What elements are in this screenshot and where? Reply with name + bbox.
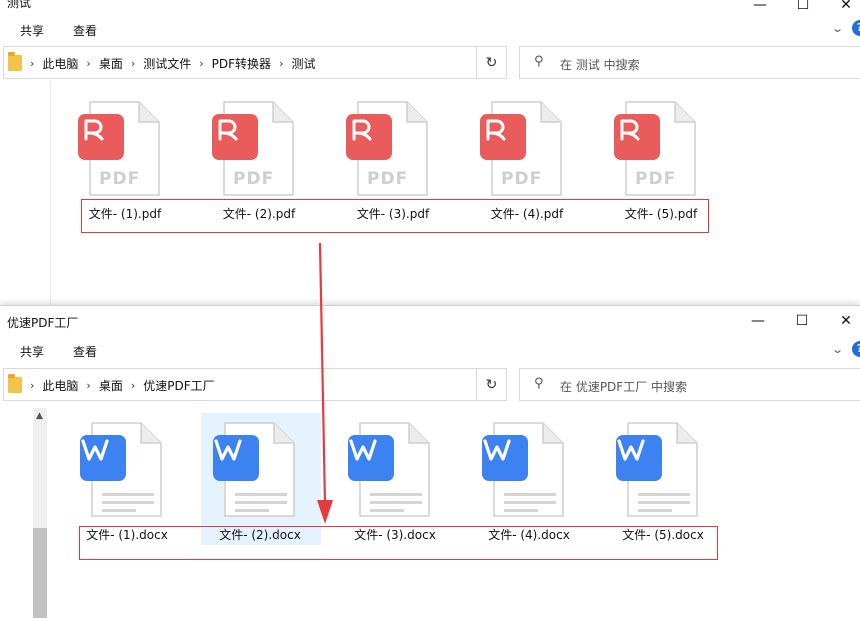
breadcrumb-item[interactable]: 优速PDF工厂 [143,377,214,394]
search-input[interactable]: ⚲ 在 优速PDF工厂 中搜索 [519,368,860,401]
title-bar: 优速PDF工厂 — ☐ ✕ [0,306,860,336]
word-file-icon [80,421,162,517]
breadcrumb-item[interactable]: 桌面 [99,55,123,72]
chevron-right-icon[interactable]: › [86,57,90,70]
pdf-file-label: PDF [233,169,275,189]
pdf-file-icon: PDF [212,100,294,196]
refresh-button[interactable]: ↻ [476,46,507,79]
pdf-logo-icon [480,114,526,160]
explorer-window-output: 优速PDF工厂 — ☐ ✕ 共享 查看 ⌄ ? › 此电脑 › 桌面 › 优速P… [0,305,860,618]
help-icon[interactable]: ? [852,341,860,357]
help-icon[interactable]: ? [852,20,860,36]
document-line [102,509,136,512]
word-file-icon [616,421,698,517]
refresh-button[interactable]: ↻ [476,368,507,401]
chevron-right-icon[interactable]: › [30,57,34,70]
breadcrumb-item[interactable]: 测试文件 [143,55,191,72]
pdf-file-label: PDF [635,169,677,189]
document-line [638,509,672,512]
minimize-button[interactable]: — [738,306,778,336]
pdf-logo-icon [346,114,392,160]
document-line [504,509,538,512]
pdf-file-label: PDF [367,169,409,189]
menu-view[interactable]: 查看 [73,343,97,360]
search-placeholder: 在 优速PDF工厂 中搜索 [560,380,688,394]
highlight-box-pdf [81,199,709,233]
highlight-box-docx [79,526,718,560]
pane-divider [50,82,51,305]
document-line [370,493,422,496]
document-line [638,501,690,504]
search-placeholder: 在 测试 中搜索 [560,58,640,72]
chevron-right-icon[interactable]: › [131,379,135,392]
menu-share[interactable]: 共享 [20,343,44,360]
chevron-right-icon[interactable]: › [131,57,135,70]
chevron-right-icon[interactable]: › [86,379,90,392]
scrollbar-thumb[interactable] [33,528,47,618]
pdf-file-icon: PDF [480,100,562,196]
document-line [235,509,269,512]
document-line [638,493,690,496]
pdf-logo-icon [212,114,258,160]
chevron-down-icon[interactable]: ⌄ [831,22,844,35]
menu-share[interactable]: 共享 [20,22,44,39]
pdf-file-icon: PDF [614,100,696,196]
chevron-right-icon[interactable]: › [279,57,283,70]
ribbon-menu: 共享 查看 ⌄ ? [0,337,860,363]
scroll-up-icon[interactable]: ▲ [36,411,43,421]
chevron-down-icon[interactable]: ⌄ [831,343,844,356]
word-file-icon [348,421,430,517]
folder-icon [8,374,22,393]
folder-icon [8,52,22,71]
document-line [102,493,154,496]
window-title: 优速PDF工厂 [7,316,79,330]
word-logo-icon [482,435,528,481]
document-line [235,493,287,496]
explorer-window-test: 测试 — ☐ ✕ 共享 查看 ⌄ ? › 此电脑 › 桌面 › 测试文件 › P… [0,0,860,305]
document-line [370,501,422,504]
word-logo-icon [213,435,259,481]
breadcrumb-item[interactable]: 桌面 [99,377,123,394]
file-area: PDF 文件- (1).pdf PDF 文件- (2).pdf PDF 文件- (3).p… [0,82,860,305]
search-input[interactable]: ⚲ 在 测试 中搜索 [519,46,860,79]
search-icon: ⚲ [534,54,544,69]
word-file-icon [213,421,295,517]
address-bar[interactable]: › 此电脑 › 桌面 › 优速PDF工厂 ⌄ [3,368,506,401]
window-title: 测试 [7,0,32,10]
word-logo-icon [80,435,126,481]
maximize-button[interactable]: ☐ [782,306,822,336]
document-line [370,509,404,512]
breadcrumb: › 此电脑 › 桌面 › 测试文件 › PDF转换器 › 测试 [30,55,315,72]
document-line [504,493,556,496]
breadcrumb-item[interactable]: 此电脑 [42,377,78,394]
pdf-file-icon: PDF [346,100,428,196]
word-logo-icon [616,435,662,481]
word-file-icon [482,421,564,517]
pdf-file-icon: PDF [78,100,160,196]
document-line [504,501,556,504]
pdf-file-label: PDF [501,169,543,189]
word-logo-icon [348,435,394,481]
file-area: ▲ 文件- (1).docx 文件- (2).docx 文件- (3).docx 文件… [0,404,860,618]
chevron-right-icon[interactable]: › [199,57,203,70]
pdf-logo-icon [78,114,124,160]
pdf-file-label: PDF [99,169,141,189]
pdf-logo-icon [614,114,660,160]
address-bar[interactable]: › 此电脑 › 桌面 › 测试文件 › PDF转换器 › 测试 ⌄ [3,46,506,79]
chevron-right-icon[interactable]: › [30,379,34,392]
document-line [102,501,154,504]
breadcrumb-item[interactable]: 测试 [291,55,315,72]
ribbon-menu: 共享 查看 ⌄ ? [0,16,860,42]
menu-view[interactable]: 查看 [73,22,97,39]
breadcrumb-item[interactable]: 此电脑 [42,55,78,72]
breadcrumb-item[interactable]: PDF转换器 [212,55,271,72]
search-icon: ⚲ [534,376,544,391]
breadcrumb: › 此电脑 › 桌面 › 优速PDF工厂 [30,377,215,394]
document-line [235,501,287,504]
close-button[interactable]: ✕ [826,306,860,336]
